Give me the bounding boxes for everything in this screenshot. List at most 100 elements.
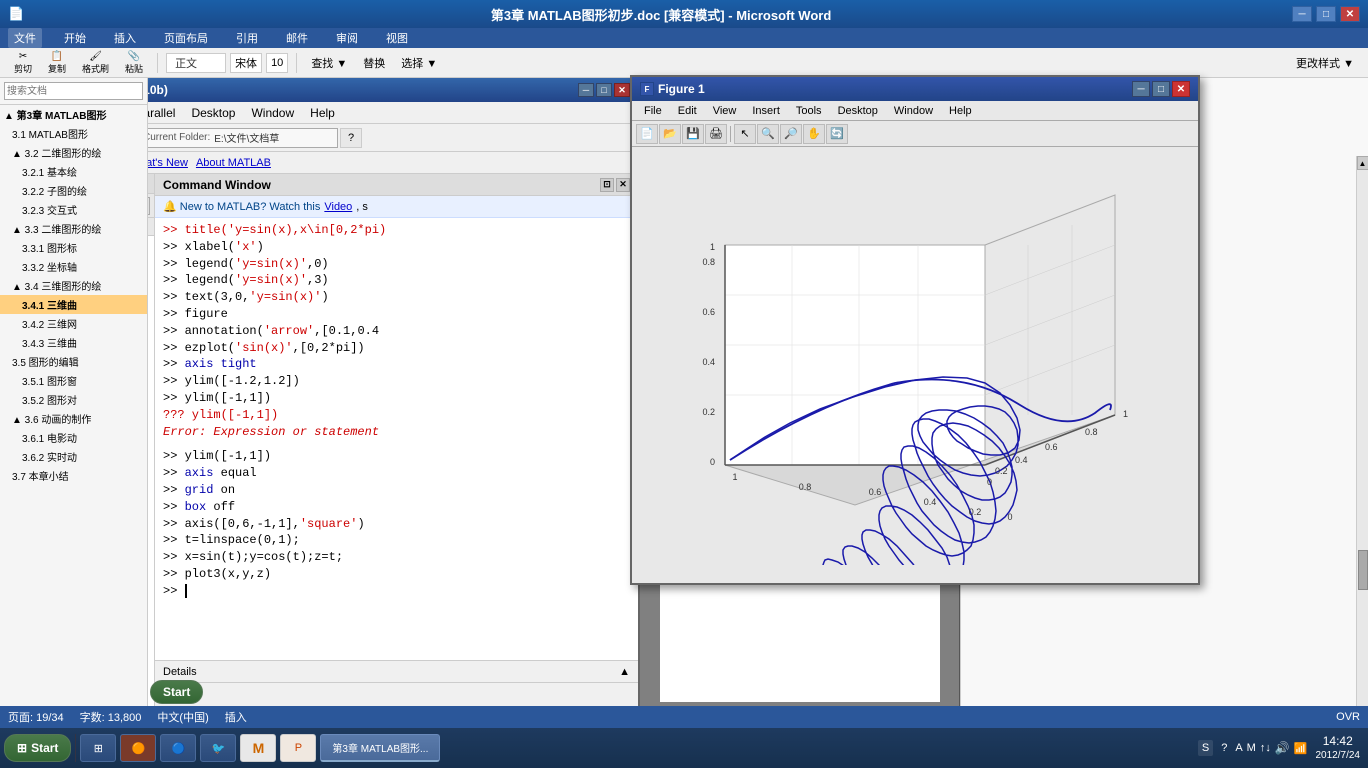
nav-item-3-2[interactable]: ▲ 3.2 二维图形的绘 (0, 143, 147, 162)
clock-time: 14:42 (1316, 734, 1361, 750)
fig-menu-edit[interactable]: Edit (670, 104, 705, 118)
current-folder-label: Current Folder: (143, 132, 210, 143)
minimize-button[interactable]: ─ (1292, 6, 1312, 22)
start-button[interactable]: ⊞ Start (4, 734, 71, 762)
word-tab-review[interactable]: 审阅 (330, 28, 364, 48)
fig-menu-file[interactable]: File (636, 104, 670, 118)
nav-item-3-7[interactable]: 3.7 本章小结 (0, 466, 147, 485)
word-change-style-button[interactable]: 更改样式 ▼ (1290, 53, 1360, 73)
taskbar-word-app[interactable]: 第3章 MATLAB图形... (320, 734, 440, 762)
figure-min-button[interactable]: ─ (1132, 81, 1150, 97)
nav-item-3-6-1[interactable]: 3.6.1 电影动 (0, 428, 147, 447)
cmd-line-7: >> annotation('arrow',[0.1,0.4 (163, 323, 630, 340)
cmd-close-button[interactable]: ✕ (616, 178, 630, 192)
expand-details-button[interactable]: ▲ (619, 666, 630, 678)
fig-menu-help[interactable]: Help (941, 104, 980, 118)
nav-item-3-3[interactable]: ▲ 3.3 二维图形的绘 (0, 219, 147, 238)
nav-item-3-5[interactable]: 3.5 图形的编辑 (0, 352, 147, 371)
nav-item-3-4-2[interactable]: 3.4.2 三维网 (0, 314, 147, 333)
taskbar-matlab-app[interactable]: M (240, 734, 276, 762)
fig-tool-zoom-in[interactable]: 🔍 (757, 124, 779, 144)
word-tab-refs[interactable]: 引用 (230, 28, 264, 48)
nav-item-3-2-3[interactable]: 3.2.3 交互式 (0, 200, 147, 219)
fig-tool-print[interactable]: 🖨 (705, 124, 727, 144)
word-toolbar-format[interactable]: 🖌格式刷 (76, 49, 115, 77)
taskbar-help[interactable]: ? (1217, 740, 1231, 756)
word-tab-insert[interactable]: 插入 (108, 28, 142, 48)
nav-item-3-1[interactable]: 3.1 MATLAB图形 (0, 124, 147, 143)
taskbar-volume-icon[interactable]: 🔊 (1275, 741, 1290, 755)
word-find-button[interactable]: 查找 ▼ (305, 53, 353, 73)
nav-item-ch3[interactable]: ▲ 第3章 MATLAB图形 (0, 105, 147, 124)
matlab-max-button[interactable]: □ (596, 83, 612, 97)
matlab-min-button[interactable]: ─ (578, 83, 594, 97)
nav-item-3-6-2[interactable]: 3.6.2 实时动 (0, 447, 147, 466)
cmd-line-6: >> figure (163, 306, 630, 323)
scrollbar-up-button[interactable]: ▲ (1357, 156, 1368, 170)
matlab-close-button[interactable]: ✕ (614, 83, 630, 97)
matlab-menu-help[interactable]: Help (302, 104, 343, 122)
fig-tool-new[interactable]: 📄 (636, 124, 658, 144)
nav-item-3-4[interactable]: ▲ 3.4 三维图形的绘 (0, 276, 147, 295)
fig-menu-tools[interactable]: Tools (788, 104, 830, 118)
fig-tool-cursor[interactable]: ↖ (734, 124, 756, 144)
taskbar: ⊞ Start ⊞ 🟠 🔵 🐦 M P 第3章 MATLAB图形... S ? … (0, 728, 1368, 768)
matlab-menu-window[interactable]: Window (243, 104, 302, 122)
fig-tool-zoom-out[interactable]: 🔎 (780, 124, 802, 144)
word-tab-layout[interactable]: 页面布局 (158, 28, 214, 48)
figure-max-button[interactable]: □ (1152, 81, 1170, 97)
fig-menu-insert[interactable]: Insert (744, 104, 788, 118)
clock[interactable]: 14:42 2012/7/24 (1312, 734, 1365, 763)
word-replace-button[interactable]: 替换 (357, 53, 391, 73)
word-tab-start[interactable]: 开始 (58, 28, 92, 48)
fig-tool-save[interactable]: 💾 (682, 124, 704, 144)
word-toolbar-cut[interactable]: ✂剪切 (8, 49, 38, 77)
nav-item-3-5-1[interactable]: 3.5.1 图形窗 (0, 371, 147, 390)
nav-item-3-2-1[interactable]: 3.2.1 基本绘 (0, 162, 147, 181)
nav-search-input[interactable] (4, 82, 143, 100)
nav-item-3-4-3[interactable]: 3.4.3 三维曲 (0, 333, 147, 352)
fig-tool-pan[interactable]: ✋ (803, 124, 825, 144)
fig-menu-desktop[interactable]: Desktop (830, 104, 886, 118)
nav-item-3-2-2[interactable]: 3.2.2 子图的绘 (0, 181, 147, 200)
nav-item-3-5-2[interactable]: 3.5.2 图形对 (0, 390, 147, 409)
command-body[interactable]: >> title('y=sin(x),x\in[0,2*pi) >> xlabe… (155, 218, 638, 660)
cmd-expand-button[interactable]: ⊡ (600, 178, 614, 192)
figure-plot-area: 0 0.2 0.4 0.6 0.8 1 1 0.8 0.6 0.4 0.2 0 … (632, 147, 1198, 583)
fig-menu-window[interactable]: Window (886, 104, 941, 118)
fig-tool-open[interactable]: 📂 (659, 124, 681, 144)
taskbar-pp-app[interactable]: P (280, 734, 316, 762)
nav-item-3-6[interactable]: ▲ 3.6 动画的制作 (0, 409, 147, 428)
video-link[interactable]: Video (324, 201, 352, 213)
help-button[interactable]: ? (340, 128, 362, 148)
taskbar-app-2[interactable]: 🟠 (120, 734, 156, 762)
fig-menu-view[interactable]: View (705, 104, 745, 118)
taskbar-app-4[interactable]: 🐦 (200, 734, 236, 762)
start-button[interactable]: Start (150, 680, 203, 704)
nav-item-3-3-1[interactable]: 3.3.1 图形标 (0, 238, 147, 257)
clock-date: 2012/7/24 (1316, 749, 1361, 762)
figure-close-button[interactable]: ✕ (1172, 81, 1190, 97)
word-toolbar-copy[interactable]: 📋复制 (42, 49, 72, 77)
fig-tool-rotate[interactable]: 🔄 (826, 124, 848, 144)
word-tab-mail[interactable]: 邮件 (280, 28, 314, 48)
svg-text:0.2: 0.2 (702, 407, 715, 417)
word-style-area: 正文 (166, 53, 226, 73)
about-matlab-link[interactable]: About MATLAB (196, 157, 271, 169)
cmd-input-line[interactable]: >> (163, 583, 630, 600)
word-tab-view[interactable]: 视图 (380, 28, 414, 48)
word-toolbar-paste[interactable]: 📎粘贴 (119, 49, 149, 77)
matlab-menu-desktop[interactable]: Desktop (183, 104, 243, 122)
taskbar-network-icon[interactable]: 📶 (1294, 742, 1308, 755)
scrollbar-thumb[interactable] (1358, 550, 1368, 590)
word-select-button[interactable]: 选择 ▼ (395, 53, 443, 73)
nav-item-3-3-2[interactable]: 3.3.2 坐标轴 (0, 257, 147, 276)
taskbar-app-1[interactable]: ⊞ (80, 734, 116, 762)
close-button[interactable]: ✕ (1340, 6, 1360, 22)
word-tab-file[interactable]: 文件 (8, 28, 42, 48)
taskbar-ime[interactable]: S (1198, 740, 1213, 756)
nav-item-3-4-1[interactable]: 3.4.1 三维曲 (0, 295, 147, 314)
maximize-button[interactable]: □ (1316, 6, 1336, 22)
taskbar-app-3[interactable]: 🔵 (160, 734, 196, 762)
taskbar-sep (75, 734, 76, 762)
